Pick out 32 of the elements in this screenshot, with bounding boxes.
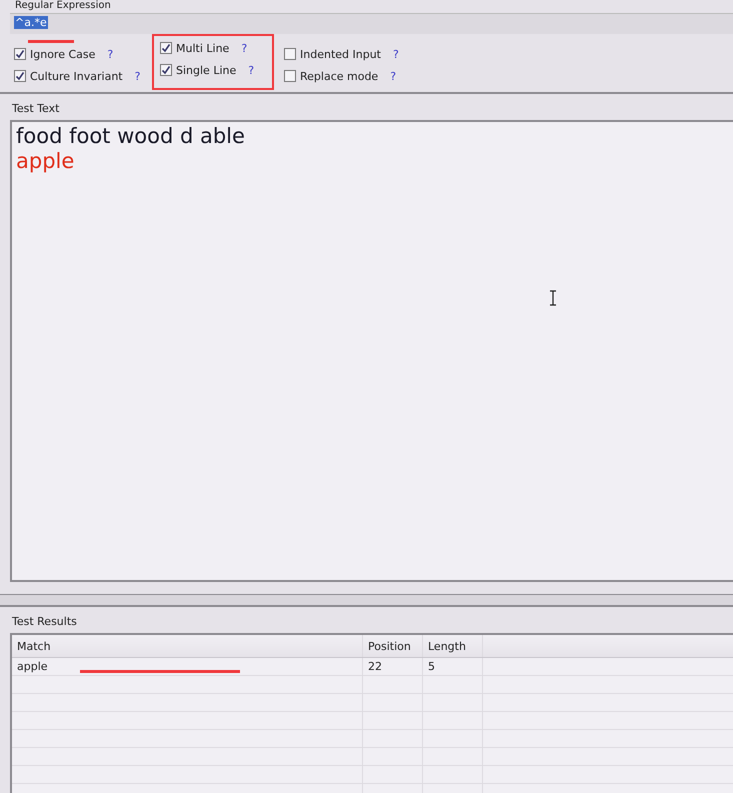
- section-title: Test Text: [11, 102, 60, 117]
- option-label: Culture Invariant: [30, 70, 123, 82]
- help-link[interactable]: ?: [134, 70, 140, 82]
- table-cell: 5: [423, 658, 483, 675]
- text-line: apple: [16, 149, 76, 174]
- text-line: food foot wood d able: [16, 124, 246, 149]
- help-link[interactable]: ?: [248, 64, 254, 76]
- option-label: Multi Line: [176, 42, 230, 54]
- text-cursor-icon: [549, 290, 557, 306]
- option-label: Ignore Case: [30, 48, 96, 60]
- checkbox[interactable]: [284, 70, 296, 82]
- regex-input-field[interactable]: ^a.*e: [10, 13, 733, 34]
- column-header[interactable]: Position: [363, 635, 423, 657]
- section-title: Test Results: [11, 615, 78, 630]
- option-label: Indented Input: [300, 48, 381, 60]
- help-link[interactable]: ?: [241, 42, 248, 54]
- checkbox[interactable]: [14, 48, 26, 60]
- option-label: Replace mode: [300, 70, 378, 82]
- checkbox[interactable]: [284, 48, 296, 60]
- table-cell: 22: [363, 658, 423, 675]
- test-text-area[interactable]: food foot wood d able apple: [10, 120, 733, 582]
- annotation-underline: [28, 40, 74, 43]
- checkbox[interactable]: [160, 42, 172, 54]
- checkbox[interactable]: [160, 64, 172, 76]
- option-label: Single Line: [176, 64, 236, 76]
- column-header[interactable]: Length: [423, 635, 483, 657]
- checkbox[interactable]: [14, 70, 26, 82]
- help-link[interactable]: ?: [392, 48, 399, 60]
- column-header[interactable]: Match: [12, 635, 363, 657]
- help-link[interactable]: ?: [390, 70, 396, 82]
- section-title: Regular Expression: [14, 0, 112, 13]
- help-link[interactable]: ?: [107, 48, 114, 60]
